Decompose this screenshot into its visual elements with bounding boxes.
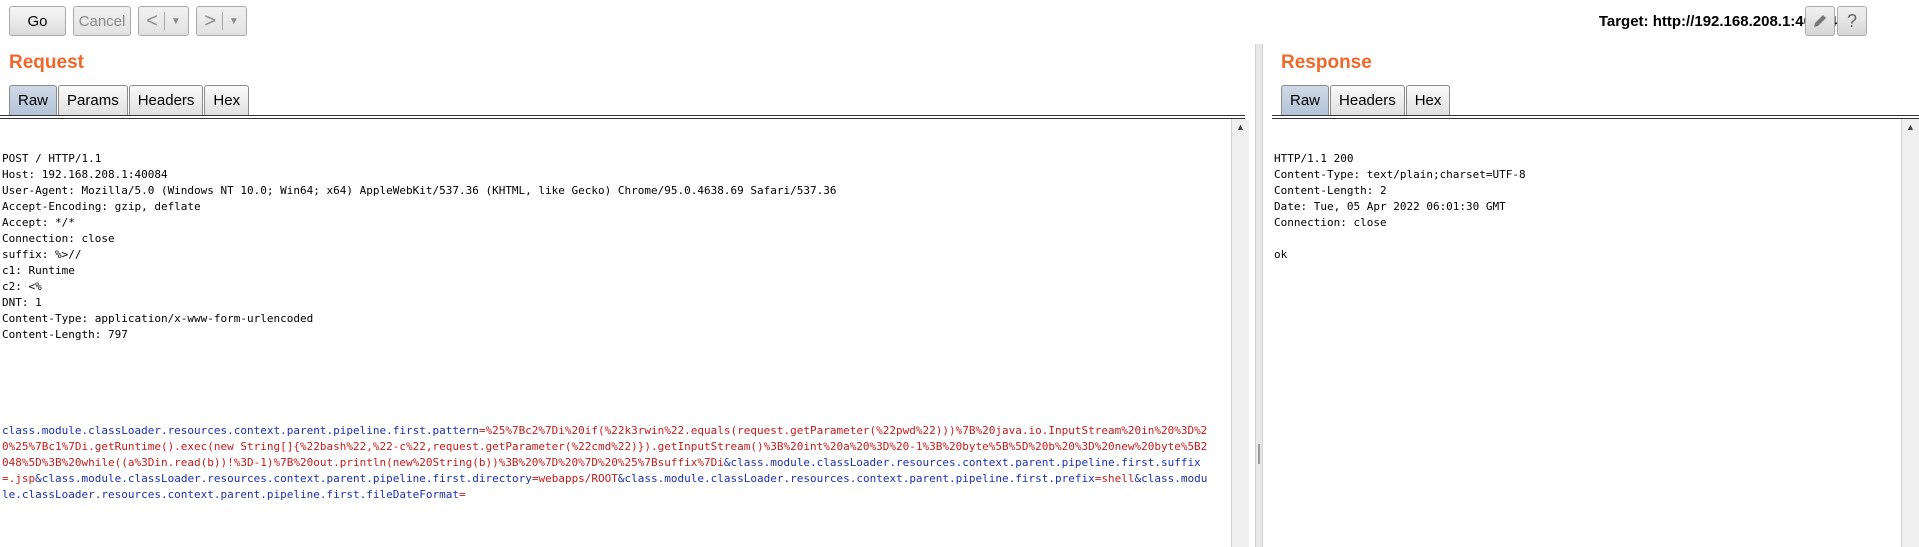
request-header-line: Connection: close (2, 232, 115, 245)
response-tab-raw[interactable]: Raw (1281, 85, 1330, 115)
chevron-down-icon[interactable]: ▼ (229, 16, 239, 27)
param-key: &class.module.classLoader.resources.cont… (35, 472, 532, 485)
response-line (1272, 231, 1898, 247)
request-header-line: c1: Runtime (2, 264, 75, 277)
request-tabs: Raw Params Headers Hex (9, 85, 250, 115)
request-header-line: c2: <% (2, 280, 42, 293)
param-value: =webapps/ROOT (531, 472, 618, 485)
request-header-line: suffix: %>// (2, 248, 82, 261)
request-header-line: User-Agent: Mozilla/5.0 (Windows NT 10.0… (2, 184, 837, 197)
pencil-icon (1814, 15, 1826, 27)
param-key: class.module.classLoader.resources.conte… (2, 424, 479, 437)
edit-target-button[interactable] (1805, 6, 1835, 36)
response-line: Content-Type: text/plain;charset=UTF-8 (1274, 168, 1526, 181)
request-header-line: POST / HTTP/1.1 (2, 152, 102, 165)
request-tab-params[interactable]: Params (58, 85, 128, 115)
request-editor[interactable]: POST / HTTP/1.1 Host: 192.168.208.1:40084… (0, 119, 1212, 547)
response-tab-headers[interactable]: Headers (1330, 85, 1405, 115)
chevron-down-icon[interactable]: ▼ (171, 16, 181, 27)
back-arrow-icon: < (146, 10, 158, 32)
splitter-grip[interactable] (1258, 444, 1260, 464)
forward-arrow-icon: > (204, 10, 216, 32)
param-value: = (458, 488, 466, 501)
target-label: Target: http://192.168.208.1:40084 (1598, 13, 1837, 30)
response-line: Connection: close (1274, 216, 1387, 229)
request-header-line: Content-Type: application/x-www-form-url… (2, 312, 314, 325)
request-tab-hex[interactable]: Hex (204, 85, 250, 115)
response-scrollbar[interactable]: ▲ (1901, 119, 1919, 547)
response-editor[interactable]: HTTP/1.1 200 Content-Type: text/plain;cha… (1272, 119, 1898, 547)
request-header-line: DNT: 1 (2, 296, 42, 309)
request-title: Request (9, 52, 84, 73)
help-button[interactable]: ? (1837, 6, 1867, 36)
request-body: class.module.classLoader.resources.conte… (0, 423, 1210, 503)
request-headers: POST / HTTP/1.1 Host: 192.168.208.1:40084… (0, 151, 1212, 343)
request-tab-headers[interactable]: Headers (128, 85, 204, 115)
button-separator (163, 12, 165, 30)
request-header-line: Host: 192.168.208.1:40084 (2, 168, 168, 181)
cancel-button[interactable]: Cancel (73, 6, 131, 36)
scroll-up-icon[interactable]: ▲ (1902, 119, 1919, 135)
request-tab-raw[interactable]: Raw (9, 85, 58, 115)
response-lines: HTTP/1.1 200 Content-Type: text/plain;cha… (1272, 151, 1898, 263)
request-header-line: Content-Length: 797 (2, 328, 128, 341)
pane-splitter[interactable] (1255, 44, 1263, 547)
param-key: &class.module.classLoader.resources.cont… (617, 472, 1095, 485)
scroll-up-icon[interactable]: ▲ (1232, 119, 1249, 135)
toolbar: Go Cancel < ▼ > ▼ Target: http://192.168… (0, 0, 1919, 44)
response-title: Response (1281, 52, 1372, 73)
response-line: Content-Length: 2 (1274, 184, 1387, 197)
request-header-line: Accept-Encoding: gzip, deflate (2, 200, 201, 213)
go-button[interactable]: Go (9, 6, 66, 36)
response-line: HTTP/1.1 200 (1274, 152, 1354, 165)
response-line: Date: Tue, 05 Apr 2022 06:01:30 GMT (1274, 200, 1506, 213)
help-icon: ? (1846, 10, 1857, 31)
back-button[interactable]: < ▼ (138, 6, 189, 36)
param-value: =shell (1094, 472, 1135, 485)
response-tabs: Raw Headers Hex (1281, 85, 1451, 115)
forward-button[interactable]: > ▼ (196, 6, 247, 36)
button-separator (221, 12, 223, 30)
param-value: =.jsp (2, 472, 36, 485)
response-line: ok (1274, 248, 1288, 261)
param-key: &class.module.classLoader.resources.cont… (723, 456, 1201, 469)
response-tab-hex[interactable]: Hex (1405, 85, 1451, 115)
request-header-line: Accept: */* (2, 216, 75, 229)
request-scrollbar[interactable]: ▲ (1231, 119, 1249, 547)
